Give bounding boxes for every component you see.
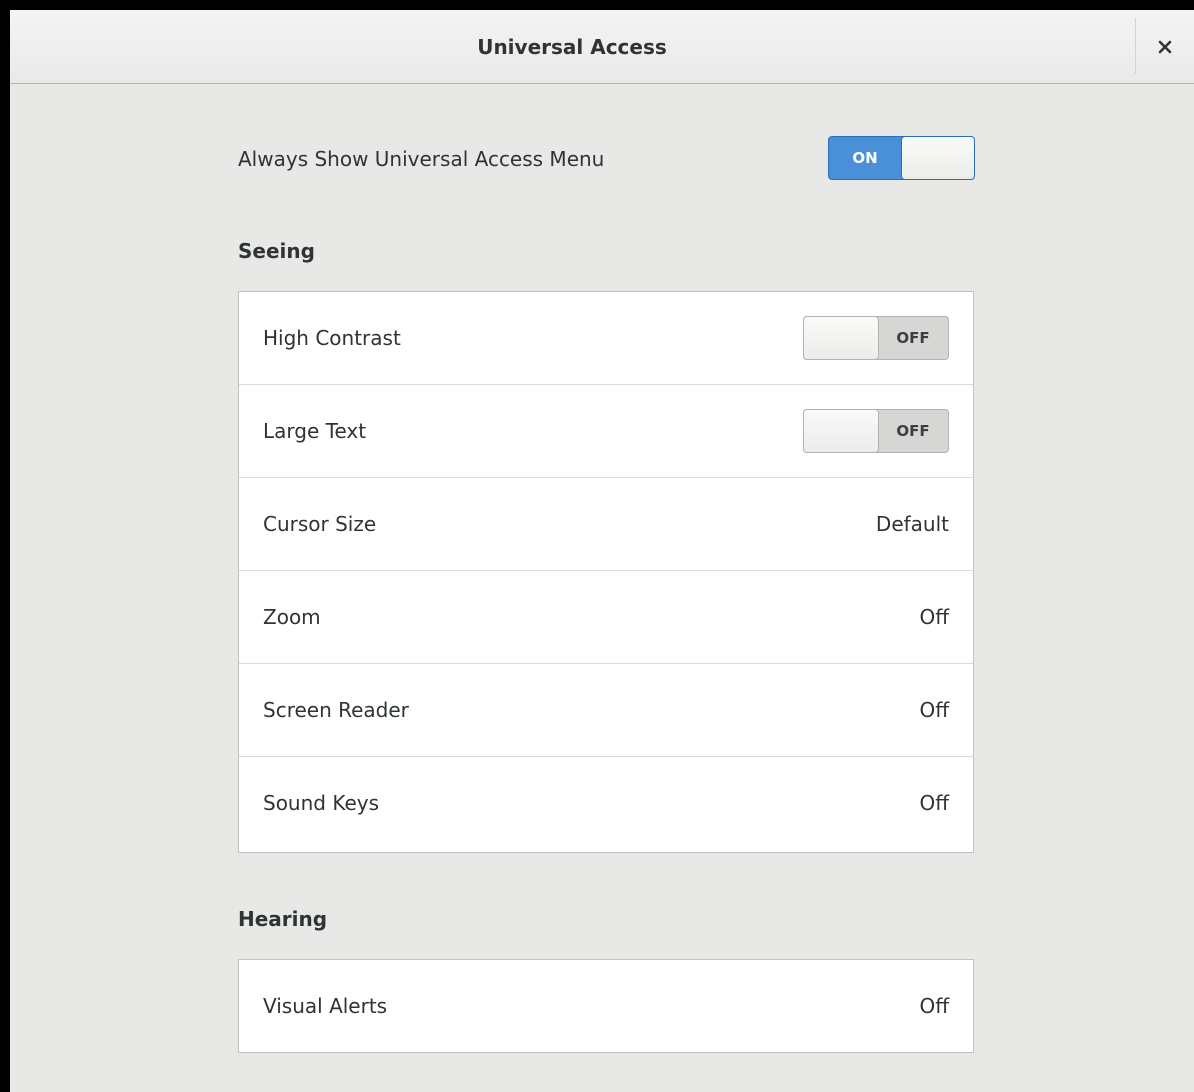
list-item-zoom[interactable]: Zoom Off bbox=[239, 571, 973, 664]
hearing-heading: Hearing bbox=[238, 907, 328, 931]
row-label: Visual Alerts bbox=[263, 994, 388, 1018]
switch-on-text: ON bbox=[852, 149, 878, 167]
list-item-sound-keys[interactable]: Sound Keys Off bbox=[239, 757, 973, 850]
close-button[interactable] bbox=[1136, 10, 1194, 84]
row-label: Sound Keys bbox=[263, 791, 380, 815]
switch-knob bbox=[803, 316, 879, 360]
row-value: Off bbox=[919, 698, 949, 722]
hearing-list: Visual Alerts Off bbox=[238, 959, 974, 1053]
universal-access-dialog: Universal Access Always Show Universal A… bbox=[10, 10, 1194, 1092]
seeing-list: High Contrast OFF Large Text OFF Cursor … bbox=[238, 291, 974, 853]
dialog-title: Universal Access bbox=[477, 35, 667, 59]
always-show-menu-row: Always Show Universal Access Menu ON bbox=[238, 136, 975, 182]
always-show-menu-switch[interactable]: ON bbox=[828, 136, 975, 180]
list-item-screen-reader[interactable]: Screen Reader Off bbox=[239, 664, 973, 757]
switch-knob bbox=[901, 136, 975, 180]
row-label: Screen Reader bbox=[263, 698, 409, 722]
list-item-high-contrast[interactable]: High Contrast OFF bbox=[239, 292, 973, 385]
switch-knob bbox=[803, 409, 879, 453]
row-value: Off bbox=[919, 994, 949, 1018]
row-label: Large Text bbox=[263, 419, 367, 443]
row-value: Off bbox=[919, 791, 949, 815]
list-item-cursor-size[interactable]: Cursor Size Default bbox=[239, 478, 973, 571]
switch-off-text: OFF bbox=[896, 329, 930, 347]
switch-off-text: OFF bbox=[896, 422, 930, 440]
list-item-large-text[interactable]: Large Text OFF bbox=[239, 385, 973, 478]
row-value: Default bbox=[875, 512, 949, 536]
large-text-switch[interactable]: OFF bbox=[803, 409, 949, 453]
high-contrast-switch[interactable]: OFF bbox=[803, 316, 949, 360]
row-label: Cursor Size bbox=[263, 512, 377, 536]
row-label: High Contrast bbox=[263, 326, 401, 350]
row-label: Zoom bbox=[263, 605, 321, 629]
list-item-visual-alerts[interactable]: Visual Alerts Off bbox=[239, 960, 973, 1053]
seeing-heading: Seeing bbox=[238, 239, 315, 263]
close-icon bbox=[1158, 40, 1172, 54]
header-bar: Universal Access bbox=[10, 10, 1194, 84]
always-show-menu-label: Always Show Universal Access Menu bbox=[238, 147, 605, 171]
row-value: Off bbox=[919, 605, 949, 629]
